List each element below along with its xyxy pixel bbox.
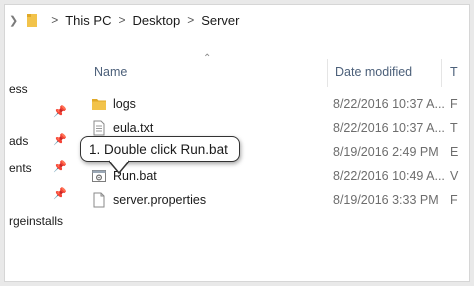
- nav-item-label: ess: [9, 82, 28, 96]
- file-date: 8/22/2016 10:37 A...: [333, 121, 445, 135]
- column-divider[interactable]: [441, 59, 442, 87]
- nav-item-desktop[interactable]: 📌: [5, 103, 71, 123]
- breadcrumb-desktop[interactable]: Desktop: [132, 13, 180, 28]
- nav-item-label: ads: [9, 134, 29, 148]
- batch-file-icon: [91, 168, 107, 184]
- folder-icon: [91, 96, 107, 112]
- nav-item-quick-access[interactable]: ess: [5, 79, 71, 99]
- callout-pointer: [108, 160, 130, 175]
- sort-ascending-icon: ⌃: [203, 53, 212, 64]
- file-type: F: [450, 97, 458, 111]
- column-header-type[interactable]: T: [450, 65, 458, 79]
- file-row-run-bat[interactable]: Run.bat 8/22/2016 10:49 A... V: [77, 165, 469, 187]
- file-type: V: [450, 169, 459, 183]
- breadcrumb-separator[interactable]: >: [187, 13, 194, 27]
- breadcrumb-server[interactable]: Server: [201, 13, 239, 28]
- breadcrumb-this-pc[interactable]: This PC: [65, 13, 111, 28]
- nav-item-label: ents: [9, 161, 32, 175]
- file-name: logs: [113, 97, 136, 111]
- file-type: F: [450, 193, 458, 207]
- column-header-name[interactable]: Name: [94, 65, 127, 79]
- column-header-date-modified[interactable]: Date modified: [335, 65, 412, 79]
- nav-item-documents[interactable]: ents 📌: [5, 158, 71, 178]
- file-date: 8/19/2016 3:33 PM: [333, 193, 439, 207]
- column-header: ⌃ Name Date modified T: [77, 53, 469, 87]
- nav-item-forgeinstalls[interactable]: rgeinstalls: [5, 211, 71, 231]
- folder-icon: [26, 12, 38, 28]
- file-date: 8/19/2016 2:49 PM: [333, 145, 439, 159]
- file-name: eula.txt: [113, 121, 154, 135]
- text-file-icon: [91, 120, 107, 136]
- instruction-callout: 1. Double click Run.bat: [80, 136, 240, 162]
- file-type: T: [450, 121, 458, 135]
- pin-icon[interactable]: 📌: [53, 187, 67, 200]
- nav-item-label: rgeinstalls: [9, 214, 64, 228]
- file-date: 8/22/2016 10:49 A...: [333, 169, 445, 183]
- pin-icon[interactable]: 📌: [53, 160, 67, 173]
- recent-locations-chevron-icon[interactable]: ❯: [9, 14, 18, 27]
- callout-text: 1. Double click Run.bat: [89, 141, 228, 157]
- navigation-pane: ess 📌 ads 📌 ents 📌 📌 rgeinstalls: [5, 53, 71, 281]
- pin-icon[interactable]: 📌: [53, 133, 67, 146]
- nav-item-downloads[interactable]: ads 📌: [5, 131, 71, 151]
- column-divider[interactable]: [327, 59, 328, 87]
- breadcrumb-separator[interactable]: >: [51, 13, 58, 27]
- pin-icon[interactable]: 📌: [53, 105, 67, 118]
- breadcrumb-separator[interactable]: >: [118, 13, 125, 27]
- file-name: server.properties: [113, 193, 207, 207]
- nav-item-pictures[interactable]: 📌: [5, 185, 71, 205]
- file-date: 8/22/2016 10:37 A...: [333, 97, 445, 111]
- file-explorer-window: ❯ > This PC > Desktop > Server ess 📌 ads…: [4, 4, 470, 282]
- file-icon: [91, 192, 107, 208]
- address-bar[interactable]: ❯ > This PC > Desktop > Server: [5, 5, 469, 35]
- file-row-logs[interactable]: logs 8/22/2016 10:37 A... F: [77, 93, 469, 115]
- file-row-server-properties[interactable]: server.properties 8/19/2016 3:33 PM F: [77, 189, 469, 211]
- file-type: E: [450, 145, 459, 159]
